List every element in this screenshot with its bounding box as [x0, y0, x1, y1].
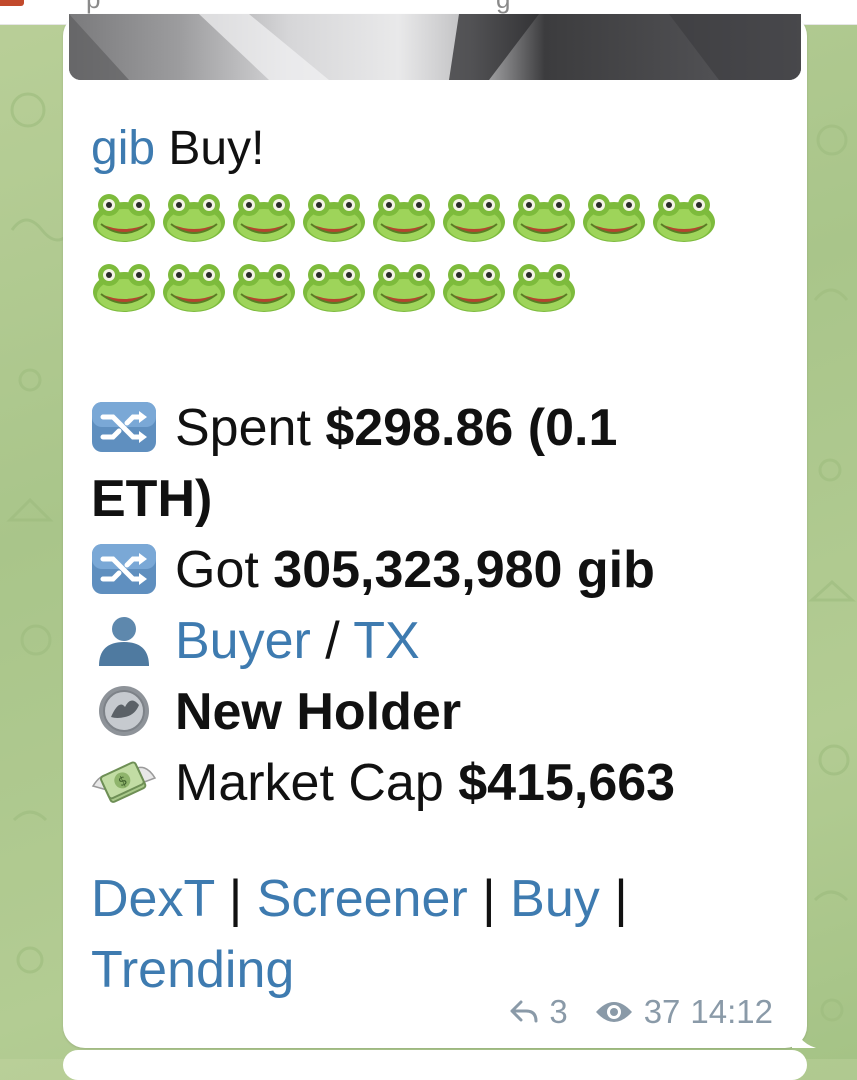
strip-text-fragment-b: g: [496, 0, 510, 12]
view-count: 37: [643, 993, 681, 1030]
frog-icon: [93, 264, 155, 312]
shuffle-icon: [92, 544, 156, 594]
market-cap-label: Market Cap: [175, 754, 444, 812]
buyer-link[interactable]: Buyer: [175, 612, 311, 670]
holder-line: New Holder: [91, 677, 777, 748]
got-value: 305,323,980 gib: [273, 541, 655, 599]
got-label: Got: [175, 541, 259, 599]
strip-text-fragment-a: p: [86, 0, 100, 12]
frog-icon: [233, 264, 295, 312]
token-link[interactable]: gib: [91, 122, 155, 175]
frog-icon: [233, 194, 295, 242]
next-message-bubble[interactable]: [63, 1050, 807, 1080]
message-media-preview[interactable]: [69, 14, 801, 80]
spent-label: Spent: [175, 399, 311, 457]
frog-row: [91, 253, 777, 323]
eye-icon: [595, 1002, 632, 1022]
coin-icon: [99, 686, 149, 736]
shuffle-icon: [92, 402, 156, 452]
frog-icon: [513, 194, 575, 242]
market-cap-line: $ Market Cap $415,663: [91, 748, 777, 819]
bust-in-silhouette-icon: [99, 617, 149, 666]
holder-text: New Holder: [175, 683, 462, 741]
forward-icon[interactable]: [509, 999, 539, 1025]
frog-icon: [373, 264, 435, 312]
spent-value-continued: ETH): [91, 470, 213, 528]
tx-link[interactable]: TX: [353, 612, 419, 670]
frog-icon: [653, 194, 715, 242]
quick-links: DexT | Screener | Buy | Trending: [91, 864, 777, 1006]
message-time: 14:12: [690, 993, 773, 1030]
link-separator: |: [482, 870, 496, 928]
trending-link[interactable]: Trending: [91, 941, 294, 999]
title-text: Buy!: [168, 122, 265, 175]
frog-emoji-block: [91, 183, 777, 323]
got-line: Got 305,323,980 gib: [91, 535, 777, 606]
frog-icon: [373, 194, 435, 242]
frog-icon: [443, 194, 505, 242]
frog-icon: [583, 194, 645, 242]
media-image: [69, 14, 801, 80]
message-meta: 3 37 14:12: [509, 994, 773, 1030]
bubble-tail: [792, 1018, 816, 1048]
screener-link[interactable]: Screener: [257, 870, 468, 928]
frog-icon: [303, 264, 365, 312]
spent-line: Spent $298.86 (0.1: [91, 393, 777, 464]
frog-icon: [303, 194, 365, 242]
buy-link[interactable]: Buy: [510, 870, 600, 928]
message-title: gib Buy!: [91, 117, 777, 181]
forward-count: 3: [549, 993, 568, 1030]
spent-value: $298.86 (0.1: [325, 399, 618, 457]
link-separator: /: [325, 612, 340, 670]
frog-icon: [163, 264, 225, 312]
reply-thumbnail: [0, 0, 24, 6]
link-separator: |: [614, 870, 628, 928]
buyer-line: Buyer / TX: [91, 606, 777, 677]
frog-icon: [513, 264, 575, 312]
frog-icon: [443, 264, 505, 312]
message-text: gib Buy! Spent $298.86 (0.1 ETH) Got 305…: [91, 117, 777, 1006]
money-with-wings-icon: $: [91, 761, 157, 803]
dext-link[interactable]: DexT: [91, 870, 214, 928]
frog-icon: [163, 194, 225, 242]
frog-icon: [93, 194, 155, 242]
link-separator: |: [228, 870, 243, 928]
message-bubble[interactable]: gib Buy! Spent $298.86 (0.1 ETH) Got 305…: [63, 14, 807, 1048]
frog-row: [91, 183, 777, 253]
market-cap-value: $415,663: [458, 754, 676, 812]
